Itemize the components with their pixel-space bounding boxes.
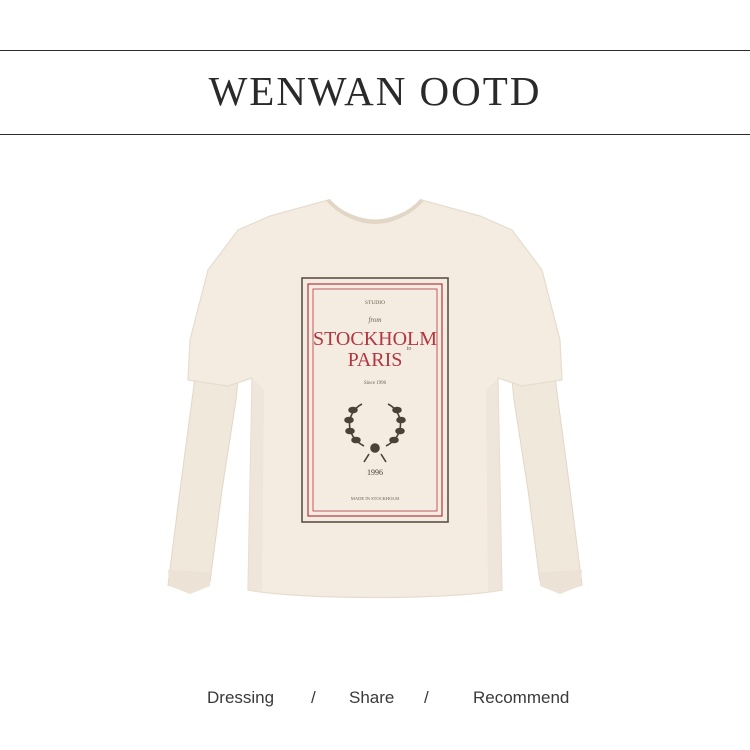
header-top-divider xyxy=(0,50,750,51)
nav-separator: / xyxy=(424,688,429,707)
nav-recommend-link[interactable]: Recommend xyxy=(473,688,569,708)
print-stockholm-text: STOCKHOLM xyxy=(313,328,437,350)
print-paris-text: PARIS xyxy=(348,349,403,371)
print-since-text: Since 1996 xyxy=(364,381,387,386)
body-shading xyxy=(248,378,264,592)
left-cuff xyxy=(168,570,210,594)
body-shading-right xyxy=(486,378,502,592)
bottom-navigation: Dressing / Share / Recommend xyxy=(0,688,750,712)
print-from-text: from xyxy=(369,316,382,324)
nav-separator: / xyxy=(311,688,316,707)
print-studio-text: STUDIO xyxy=(365,300,385,306)
nav-share-link[interactable]: Share xyxy=(349,688,394,708)
nav-dressing-link[interactable]: Dressing xyxy=(207,688,274,708)
page-title: WENWAN OOTD xyxy=(208,68,542,114)
layered-tshirt-illustration: STUDIO from STOCKHOLM to PARIS Since 199… xyxy=(167,198,583,599)
right-cuff xyxy=(540,570,582,594)
print-made-in-text: MADE IN STOCKHOLM xyxy=(351,496,399,501)
print-year-text: 1996 xyxy=(367,468,383,477)
tshirt-body xyxy=(187,199,563,599)
header-bottom-divider xyxy=(0,134,750,135)
print-to-text: to xyxy=(407,346,412,352)
product-image[interactable]: STUDIO from STOCKHOLM to PARIS Since 199… xyxy=(150,190,600,610)
